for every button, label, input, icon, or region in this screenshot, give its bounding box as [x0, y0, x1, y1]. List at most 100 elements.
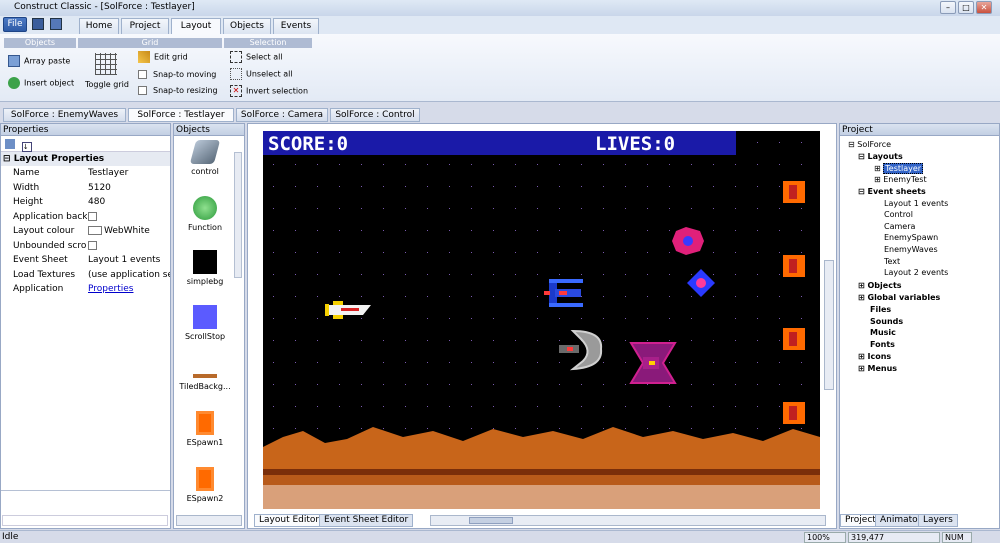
snap-moving-checkbox[interactable]: Snap-to moving — [138, 70, 216, 79]
prop-value[interactable] — [88, 210, 170, 224]
prop-value[interactable] — [88, 239, 170, 253]
unselect-all-button[interactable]: Unselect all — [230, 68, 293, 80]
tree-layouts[interactable]: ⊟ Layouts — [858, 152, 903, 161]
folder-label: Icons — [867, 352, 892, 361]
prop-value[interactable]: 480 — [88, 195, 170, 209]
object-label: Function — [187, 223, 223, 232]
tree-event-sheets[interactable]: ⊟ Event sheets — [858, 187, 926, 196]
edit-grid-button[interactable]: Edit grid — [138, 51, 188, 63]
tab-layout[interactable]: Layout — [171, 18, 221, 35]
prop-row-app-background[interactable]: Application backgr — [1, 210, 170, 225]
snap-resizing-checkbox[interactable]: Snap-to resizing — [138, 86, 218, 95]
tree-sheet[interactable]: Control — [884, 210, 913, 219]
objects-horizontal-scrollbar[interactable] — [176, 515, 242, 526]
editor-vertical-scrollbar[interactable] — [824, 260, 834, 390]
prop-row-unbounded[interactable]: Unbounded scrolli — [1, 239, 170, 254]
pink-orb-sprite[interactable] — [672, 227, 704, 255]
spawner-sprite[interactable] — [783, 181, 805, 203]
prop-row-event-sheet[interactable]: Event Sheet Layout 1 events — [1, 253, 170, 268]
tree-sheet[interactable]: Layout 2 events — [884, 268, 948, 277]
properties-toolbar: ↓ — [1, 136, 170, 152]
prop-row-layout-colour[interactable]: Layout colour WebWhite — [1, 224, 170, 239]
tree-root[interactable]: ⊟ SolForce — [848, 140, 891, 149]
tree-layout-testlayer[interactable]: ⊞ Testlayer — [874, 163, 924, 174]
tree-files[interactable]: Files — [870, 305, 891, 314]
prop-value[interactable]: Layout 1 events — [88, 253, 170, 267]
scroll-thumb[interactable] — [469, 517, 513, 524]
object-scrollstop[interactable]: ScrollStop — [174, 305, 236, 341]
tree-global-variables[interactable]: ⊞ Global variables — [858, 293, 940, 302]
app-background-checkbox[interactable] — [88, 211, 97, 221]
doc-tab-control[interactable]: SolForce : Control — [330, 108, 420, 122]
prop-row-height[interactable]: Height 480 — [1, 195, 170, 210]
doc-tab-testlayer[interactable]: SolForce : Testlayer — [128, 108, 234, 122]
objects-scrollbar[interactable] — [234, 152, 242, 278]
object-simplebg[interactable]: simplebg — [174, 250, 236, 286]
tab-layers[interactable]: Layers — [918, 514, 958, 527]
tree-sheet[interactable]: Text — [884, 257, 900, 266]
maximize-button[interactable]: □ — [958, 1, 974, 14]
tree-objects[interactable]: ⊞ Objects — [858, 281, 902, 290]
select-all-button[interactable]: Select all — [230, 51, 283, 63]
close-button[interactable]: ✕ — [976, 1, 992, 14]
tree-sheet[interactable]: Layout 1 events — [884, 199, 948, 208]
quick-access-icon[interactable] — [50, 18, 62, 30]
tree-sheet[interactable]: EnemySpawn — [884, 233, 938, 242]
minimize-button[interactable]: – — [940, 1, 956, 14]
prop-key: Layout colour — [13, 226, 75, 236]
object-control[interactable]: control — [174, 140, 236, 176]
categorized-icon[interactable] — [5, 139, 15, 149]
spawner-sprite[interactable] — [783, 402, 805, 424]
tree-icons[interactable]: ⊞ Icons — [858, 352, 891, 361]
file-menu-button[interactable]: File — [3, 17, 27, 32]
tab-objects[interactable]: Objects — [223, 18, 271, 34]
insert-object-button[interactable]: Insert object — [8, 77, 74, 89]
grid-icon — [95, 53, 117, 75]
toggle-grid-button[interactable]: Toggle grid — [85, 80, 129, 89]
tree-sheet[interactable]: Camera — [884, 222, 915, 231]
application-properties-link[interactable]: Properties — [88, 282, 170, 296]
tree-sounds[interactable]: Sounds — [870, 317, 903, 326]
prop-value[interactable]: (use application sett — [88, 268, 170, 282]
prop-row-name[interactable]: Name Testlayer — [1, 166, 170, 181]
object-function[interactable]: Function — [174, 196, 236, 232]
array-paste-button[interactable]: Array paste — [8, 55, 70, 67]
sort-az-icon[interactable]: ↓ — [21, 142, 32, 152]
tree-menus[interactable]: ⊞ Menus — [858, 364, 897, 373]
tree-sheet[interactable]: EnemyWaves — [884, 245, 938, 254]
tab-event-sheet-editor[interactable]: Event Sheet Editor — [319, 514, 414, 527]
objects-title: Objects — [176, 125, 211, 135]
section-title: Layout Properties — [13, 154, 105, 164]
invert-selection-button[interactable]: ✕ Invert selection — [230, 85, 308, 97]
object-tiledbackground[interactable]: TiledBackg... — [174, 374, 236, 391]
ground-stripe — [263, 469, 820, 475]
tree-fonts[interactable]: Fonts — [870, 340, 895, 349]
prop-value[interactable]: WebWhite — [88, 224, 170, 238]
tree-layout-enemytest[interactable]: ⊞ EnemyTest — [874, 175, 927, 184]
tree-music[interactable]: Music — [870, 328, 896, 337]
layout-label-selected: Testlayer — [883, 163, 924, 174]
snap-moving-label: Snap-to moving — [153, 70, 217, 79]
spawn-icon — [196, 411, 214, 435]
spawner-sprite[interactable] — [783, 328, 805, 350]
prop-value[interactable]: Testlayer — [88, 166, 170, 180]
tab-events[interactable]: Events — [273, 18, 319, 34]
doc-tab-camera[interactable]: SolForce : Camera — [236, 108, 328, 122]
object-espawn2[interactable]: ESpawn2 — [174, 467, 236, 503]
section-header[interactable]: ⊟ Layout Properties — [1, 152, 170, 166]
prop-value[interactable]: 5120 — [88, 181, 170, 195]
tab-layout-editor[interactable]: Layout Editor — [254, 514, 325, 527]
spawner-sprite[interactable] — [783, 255, 805, 277]
save-icon[interactable] — [32, 18, 44, 30]
editor-horizontal-scrollbar[interactable] — [430, 515, 826, 526]
prop-row-application[interactable]: Application Properties — [1, 282, 170, 297]
prop-row-width[interactable]: Width 5120 — [1, 181, 170, 196]
tab-home[interactable]: Home — [79, 18, 119, 34]
object-espawn1[interactable]: ESpawn1 — [174, 411, 236, 447]
score-text: SCORE:0 — [268, 133, 348, 155]
tab-project[interactable]: Project — [121, 18, 169, 34]
game-canvas[interactable]: SCORE:0 LIVES:0 — [263, 131, 820, 509]
prop-row-load-textures[interactable]: Load Textures (use application sett — [1, 268, 170, 283]
unbounded-checkbox[interactable] — [88, 240, 97, 250]
doc-tab-enemywaves[interactable]: SolForce : EnemyWaves — [3, 108, 126, 122]
